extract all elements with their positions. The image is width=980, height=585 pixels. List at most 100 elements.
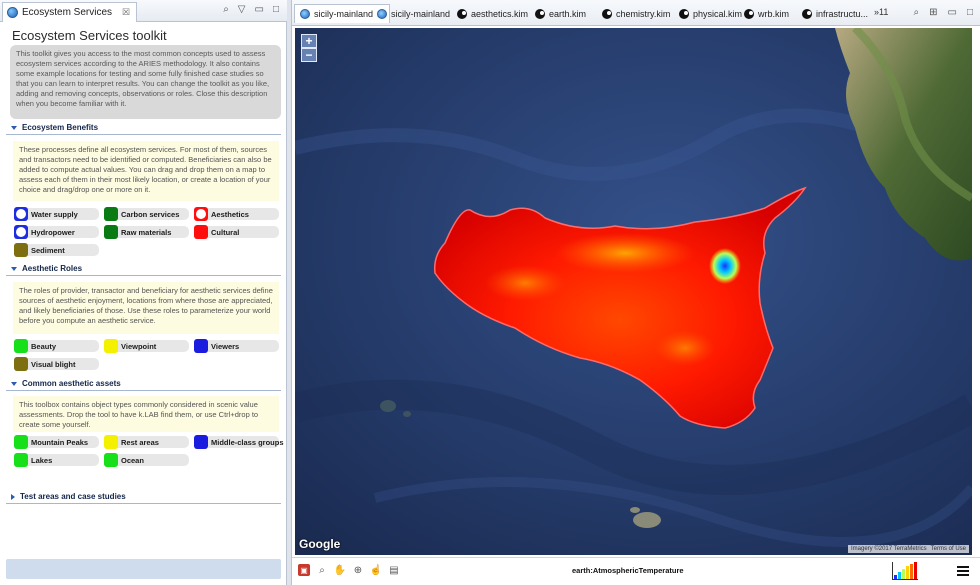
editor-tab[interactable]: aesthetics.kim (452, 4, 533, 23)
tabs-overflow[interactable]: »11 (874, 7, 888, 17)
section-header[interactable]: Aesthetic Roles (6, 262, 281, 276)
toolkit-item-label: Viewpoint (121, 341, 157, 351)
color-legend-icon[interactable] (892, 562, 918, 580)
toolkit-item[interactable]: Viewers (194, 339, 279, 353)
close-tab-icon[interactable]: ☒ (122, 7, 130, 18)
toolkit-item-label: Beauty (31, 341, 57, 351)
map-editor: sicily-mainland☒sicily-mainlandaesthetic… (291, 0, 980, 585)
kim-file-icon (535, 8, 545, 19)
kim-file-icon (602, 8, 612, 19)
imagery-credit: Imagery ©2017 TerraMetrics (850, 546, 927, 552)
target-tool-icon[interactable]: ⊕ (352, 564, 364, 576)
maximize-icon[interactable]: □ (273, 4, 279, 15)
toolkit-item-label: Middle-class groups (211, 437, 284, 447)
section-title: Common aesthetic assets (22, 379, 121, 388)
export-icon[interactable]: ▤ (388, 564, 400, 576)
collapse-icon[interactable] (11, 381, 17, 386)
toolkit-item[interactable]: Visual blight (14, 357, 99, 371)
concept-color-icon (104, 435, 118, 449)
editor-tab[interactable]: infrastructu... (797, 4, 873, 23)
maximize-icon[interactable]: □ (967, 7, 973, 18)
google-logo: Google (299, 537, 341, 551)
editor-tab-label: physical.kim (693, 8, 743, 19)
view-tab-ecosystem-services[interactable]: Ecosystem Services ☒ (2, 2, 138, 22)
editor-tab-label: aesthetics.kim (471, 8, 529, 19)
observation-label: earth:AtmosphericTemperature (572, 566, 684, 575)
layout-icon[interactable]: ⊞ (929, 7, 937, 18)
minimize-icon[interactable]: ▭ (255, 4, 264, 15)
editor-tab-label: infrastructu... (816, 8, 869, 19)
toolkit-item[interactable]: Hydropower (14, 225, 99, 239)
concept-color-icon (194, 435, 208, 449)
toolkit-item[interactable]: Water supply (14, 207, 99, 221)
layers-icon[interactable]: ▣ (298, 564, 310, 576)
editor-tab[interactable]: sicily-mainland (372, 4, 455, 23)
concept-color-icon (104, 225, 118, 239)
toolkit-item[interactable]: Aesthetics (194, 207, 279, 221)
app-window: Ecosystem Services ☒ ⌕ ▽ ▭ □ Ecosystem S… (0, 0, 980, 585)
kim-file-icon (744, 8, 754, 19)
toolkit-item[interactable]: Raw materials (104, 225, 189, 239)
editor-controls: ⌕ ⊞ ▭ □ (914, 7, 974, 18)
section-header[interactable]: Common aesthetic assets (6, 377, 281, 391)
toolkit-item-label: Mountain Peaks (31, 437, 89, 447)
zoom-in-button[interactable]: + (301, 34, 317, 48)
map-toolbar: ▣ ⌕ ✋ ⊕ ☝ ▤ earth:AtmosphericTemperature (292, 557, 980, 584)
toolkit-item-label: Hydropower (31, 227, 75, 237)
section-header[interactable]: Test areas and case studies (6, 490, 281, 504)
toolkit-item[interactable]: Carbon services (104, 207, 189, 221)
toolkit-panel: Ecosystem Services ☒ ⌕ ▽ ▭ □ Ecosystem S… (0, 0, 287, 585)
terms-of-use-link[interactable]: Terms of Use (931, 546, 966, 552)
zoom-out-button[interactable]: − (301, 48, 317, 62)
toolkit-description: This toolkit gives you access to the mos… (10, 45, 281, 119)
drop-area[interactable] (6, 559, 281, 579)
collapse-icon[interactable] (11, 125, 17, 130)
concept-color-icon (194, 339, 208, 353)
toolkit-item[interactable]: Cultural (194, 225, 279, 239)
editor-tab[interactable]: chemistry.kim (597, 4, 675, 23)
toolkit-item-label: Carbon services (121, 209, 180, 219)
toolkit-item[interactable]: Beauty (14, 339, 99, 353)
section-title: Test areas and case studies (20, 492, 126, 501)
hamburger-menu-icon[interactable] (957, 566, 969, 576)
zoom-tool-icon[interactable]: ⌕ (316, 564, 328, 576)
kim-file-icon (802, 8, 812, 19)
editor-tab-label: sicily-mainland (314, 9, 374, 19)
view-menu-icon[interactable]: ▽ (238, 4, 246, 15)
map-tools: ▣ ⌕ ✋ ⊕ ☝ ▤ (298, 564, 400, 576)
view-controls: ⌕ ▽ ▭ □ (223, 4, 279, 15)
editor-tab[interactable]: earth.kim (530, 4, 591, 23)
collapse-icon[interactable] (11, 266, 17, 271)
minimize-icon[interactable]: ▭ (948, 7, 957, 18)
editor-tab-bar: sicily-mainland☒sicily-mainlandaesthetic… (292, 0, 980, 26)
pan-tool-icon[interactable]: ✋ (334, 564, 346, 576)
map-attribution: Imagery ©2017 TerraMetrics Terms of Use (847, 545, 969, 553)
toolkit-item[interactable]: Lakes (14, 453, 99, 467)
globe-icon (377, 8, 387, 19)
section-header[interactable]: Ecosystem Benefits (6, 121, 281, 135)
concept-ring-icon (14, 225, 28, 239)
section-title: Aesthetic Roles (22, 264, 83, 273)
toolkit-item-label: Water supply (31, 209, 78, 219)
view-tab-label: Ecosystem Services (22, 7, 113, 18)
search-icon[interactable]: ⌕ (914, 7, 920, 18)
toolkit-item[interactable]: Mountain Peaks (14, 435, 99, 449)
toolkit-item[interactable]: Rest areas (104, 435, 189, 449)
editor-tab-label: chemistry.kim (616, 8, 671, 19)
toolkit-item[interactable]: Middle-class groups (194, 435, 284, 449)
editor-tab[interactable]: physical.kim (674, 4, 747, 23)
editor-tab-label: wrb.kim (758, 8, 789, 19)
expand-icon[interactable] (11, 493, 15, 500)
pointer-tool-icon[interactable]: ☝ (370, 564, 382, 576)
kim-file-icon (679, 8, 689, 19)
zoom-controls: + − (301, 34, 317, 62)
editor-tab[interactable]: wrb.kim (739, 4, 794, 23)
toolkit-item[interactable]: Ocean (104, 453, 189, 467)
search-icon[interactable]: ⌕ (223, 4, 229, 15)
toolkit-item-label: Cultural (211, 227, 240, 237)
toolkit-title: Ecosystem Services toolkit (12, 28, 167, 43)
toolkit-item[interactable]: Viewpoint (104, 339, 189, 353)
concept-color-icon (14, 357, 28, 371)
toolkit-item[interactable]: Sediment (14, 243, 99, 257)
map-view[interactable]: + − Google Imagery ©2017 TerraMetrics Te… (295, 28, 972, 555)
